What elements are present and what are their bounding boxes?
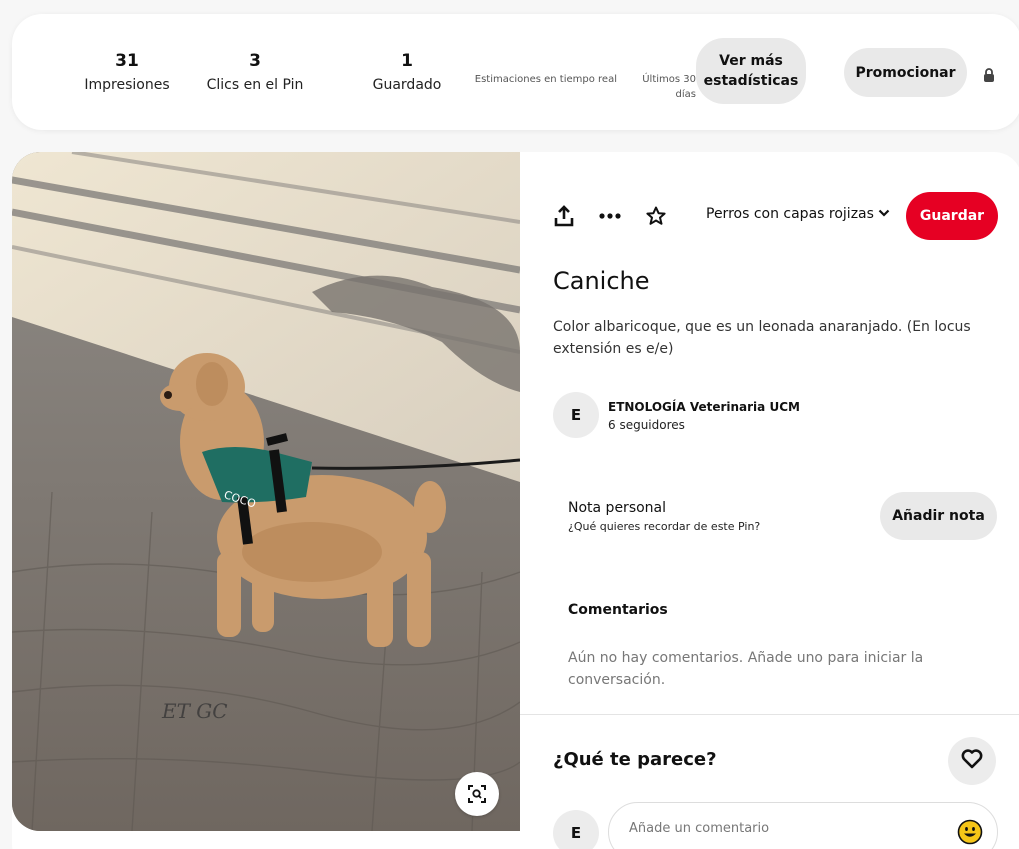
- comments-heading[interactable]: Comentarios: [568, 602, 668, 618]
- visual-search-button[interactable]: [455, 772, 499, 816]
- period-note: Últimos 30 días: [642, 74, 696, 100]
- divider: [520, 714, 1019, 715]
- more-icon[interactable]: [596, 202, 624, 230]
- stat-saves-label: Guardado: [372, 77, 442, 93]
- author-followers: 6 seguidores: [608, 418, 685, 432]
- pin-title: Caniche: [553, 267, 650, 295]
- comment-input[interactable]: [629, 821, 929, 836]
- photo-signature: ET GC: [161, 699, 228, 723]
- board-selector[interactable]: Perros con capas rojizas: [706, 206, 890, 222]
- heart-icon: [961, 749, 983, 773]
- add-note-button[interactable]: Añadir nota: [880, 492, 997, 540]
- stat-impressions-label: Impresiones: [84, 77, 170, 93]
- personal-note-title: Nota personal: [568, 500, 667, 516]
- lock-icon: [983, 67, 995, 82]
- pin-card: COCO ET GC Perros con capas rojizas Guar…: [12, 152, 1019, 849]
- stat-impressions-value: 31: [115, 51, 139, 71]
- pin-stats-card: 31 Impresiones 3 Clics en el Pin 1 Guard…: [12, 14, 1019, 130]
- stat-clicks-value: 3: [249, 51, 261, 71]
- more-stats-button[interactable]: Ver más estadísticas: [696, 38, 806, 104]
- comment-composer: [608, 802, 998, 849]
- react-button[interactable]: [948, 737, 996, 785]
- visual-search-icon: [467, 784, 487, 804]
- share-icon[interactable]: [550, 202, 578, 230]
- save-button[interactable]: Guardar: [906, 192, 998, 240]
- pin-details-panel: Perros con capas rojizas Guardar Caniche…: [520, 152, 1019, 849]
- stat-clicks: 3 Clics en el Pin: [197, 50, 313, 95]
- stat-saves: 1 Guardado: [357, 50, 457, 95]
- pin-image[interactable]: COCO ET GC: [12, 152, 520, 831]
- board-name: Perros con capas rojizas: [706, 206, 874, 222]
- stat-saves-value: 1: [401, 51, 413, 71]
- author-name[interactable]: ETNOLOGÍA Veterinaria UCM: [608, 400, 800, 414]
- chevron-down-icon: [878, 206, 890, 222]
- personal-note-subtitle: ¿Qué quieres recordar de este Pin?: [568, 520, 761, 533]
- pin-description: Color albaricoque, que es un leonada ana…: [553, 319, 971, 357]
- promote-button[interactable]: Promocionar: [844, 48, 967, 97]
- star-icon[interactable]: [642, 202, 670, 230]
- stat-impressions: 31 Impresiones: [72, 50, 182, 95]
- comments-empty-text: Aún no hay comentarios. Añade uno para i…: [568, 650, 924, 688]
- realtime-estimate-note: Estimaciones en tiempo real: [474, 74, 617, 85]
- emoji-icon[interactable]: [957, 819, 983, 845]
- user-avatar[interactable]: E: [553, 810, 599, 849]
- reaction-question: ¿Qué te parece?: [553, 749, 717, 770]
- author-avatar[interactable]: E: [553, 392, 599, 438]
- stat-clicks-label: Clics en el Pin: [206, 77, 304, 93]
